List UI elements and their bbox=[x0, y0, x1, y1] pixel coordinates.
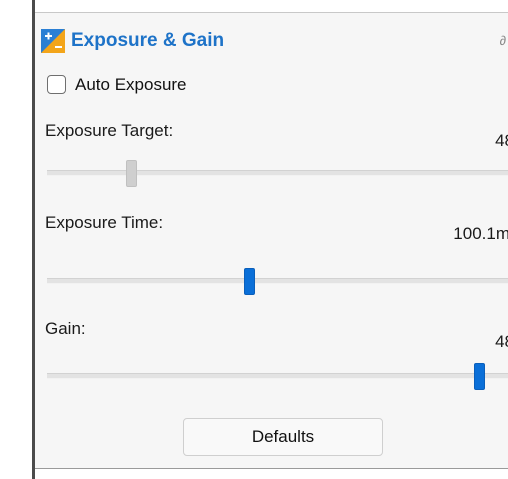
auto-exposure-checkbox-box[interactable] bbox=[47, 75, 66, 94]
panel-title: Exposure & Gain bbox=[71, 30, 225, 51]
gain-value: 48 bbox=[495, 332, 508, 351]
exposure-gain-panel: Exposure & Gain ∂ Auto Exposure Exposure… bbox=[35, 12, 508, 469]
defaults-button[interactable]: Defaults bbox=[183, 418, 383, 456]
exposure-target-value: 48 bbox=[495, 131, 508, 150]
panel-title-edge-glyph: ∂ bbox=[499, 33, 506, 48]
gain-slider[interactable] bbox=[47, 363, 508, 390]
exposure-time-slider[interactable] bbox=[47, 268, 508, 295]
panel-header: Exposure & Gain ∂ bbox=[35, 27, 508, 57]
auto-exposure-label: Auto Exposure bbox=[75, 75, 187, 94]
exposure-target-slider[interactable] bbox=[47, 160, 508, 187]
gain-label: Gain: bbox=[45, 319, 86, 338]
exposure-target-slider-thumb[interactable] bbox=[126, 160, 137, 187]
page: Exposure & Gain ∂ Auto Exposure Exposure… bbox=[0, 0, 508, 479]
auto-exposure-checkbox[interactable]: Auto Exposure bbox=[45, 73, 345, 99]
exposure-icon bbox=[41, 29, 65, 53]
exposure-time-label: Exposure Time: bbox=[45, 213, 164, 232]
exposure-time-slider-thumb[interactable] bbox=[244, 268, 255, 295]
exposure-time-value: 100.1m bbox=[453, 224, 508, 243]
exposure-target-label: Exposure Target: bbox=[45, 121, 174, 140]
gain-slider-thumb[interactable] bbox=[474, 363, 485, 390]
